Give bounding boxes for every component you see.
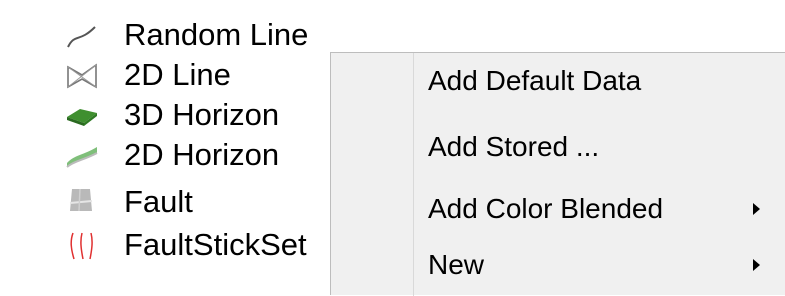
menu-item-label: New xyxy=(428,249,485,280)
2d-line-icon xyxy=(62,58,102,94)
fault-icon xyxy=(62,182,102,218)
tree-item-3d-horizon[interactable]: 3D Horizon xyxy=(62,94,362,136)
submenu-arrow-icon xyxy=(753,203,760,215)
tree-item-label: Random Line xyxy=(124,17,309,52)
faultstickset-icon xyxy=(62,228,102,264)
2d-horizon-icon xyxy=(62,138,102,174)
menu-item-add-stored[interactable]: Add Stored ... xyxy=(331,125,785,169)
submenu-arrow-icon xyxy=(753,259,760,271)
menu-item-label: Add Stored ... xyxy=(428,131,600,162)
menu-item-add-default-data[interactable]: Add Default Data xyxy=(331,59,785,103)
tree-item-label: 2D Line xyxy=(124,57,231,92)
tree-item-label: FaultStickSet xyxy=(124,227,307,262)
context-menu: Add Default Data Add Stored ... Add Colo… xyxy=(330,52,785,296)
3d-horizon-icon xyxy=(62,98,102,134)
tree-item-label: 2D Horizon xyxy=(124,137,280,172)
tree-item-2d-line[interactable]: 2D Line xyxy=(62,54,362,96)
tree-item-faultstickset[interactable]: FaultStickSet xyxy=(62,224,362,266)
tree-item-fault[interactable]: Fault xyxy=(62,180,362,222)
menu-item-label: Add Default Data xyxy=(428,65,642,96)
random-line-icon xyxy=(62,18,102,54)
menu-item-add-color-blended[interactable]: Add Color Blended xyxy=(331,187,785,231)
tree-item-random-line[interactable]: Random Line xyxy=(62,14,362,56)
tree-item-label: 3D Horizon xyxy=(124,97,280,132)
tree-item-2d-horizon[interactable]: 2D Horizon xyxy=(62,134,362,176)
menu-item-new[interactable]: New xyxy=(331,243,785,287)
tree-item-label: Fault xyxy=(124,184,193,219)
menu-item-label: Add Color Blended xyxy=(428,193,664,224)
